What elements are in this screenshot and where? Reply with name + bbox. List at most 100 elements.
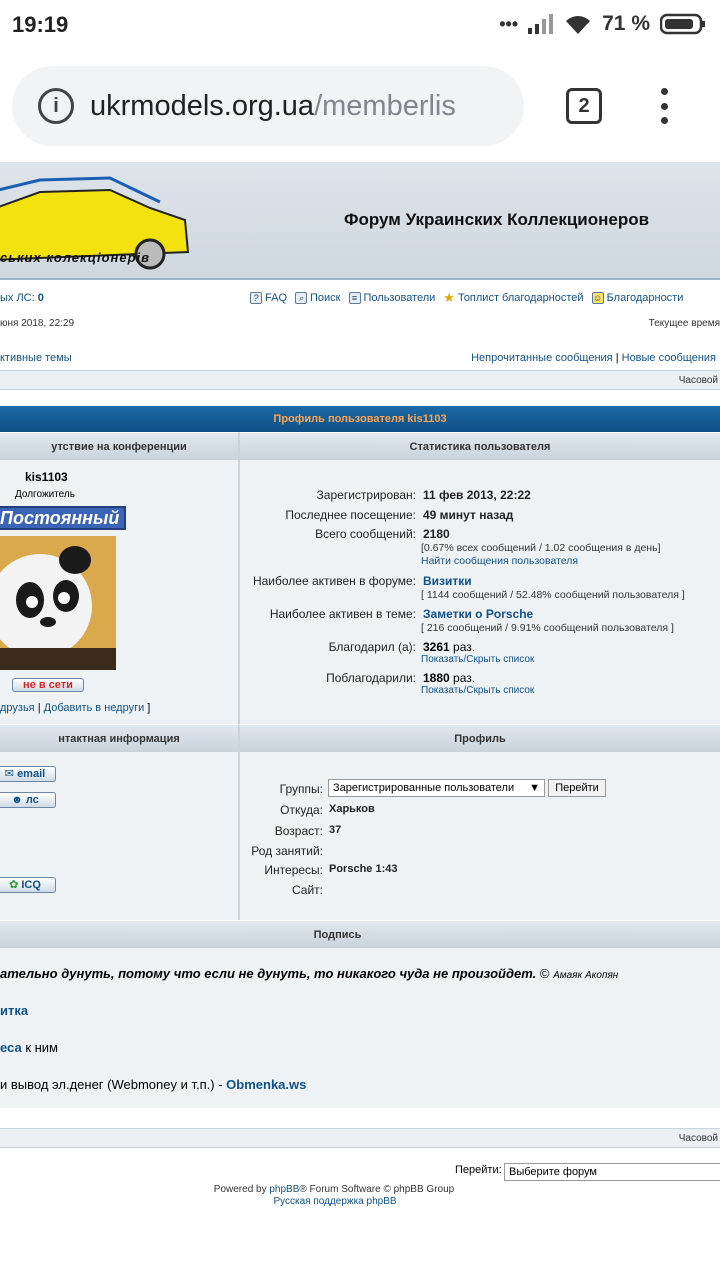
stats-header: Статистика пользователя	[240, 432, 720, 460]
registered-value: 11 фев 2013, 22:22	[423, 488, 531, 502]
was-thanked-toggle-link[interactable]: Показать/Скрыть список	[421, 685, 534, 696]
notification-dots-icon: •••	[499, 13, 519, 34]
last-visit-label: Последнее посещение:	[285, 508, 416, 522]
unread-links: Непрочитанные сообщения | Новые сообщени…	[471, 352, 716, 364]
powered-suffix: ® Forum Software © phpBB Group	[299, 1184, 455, 1195]
find-posts-link[interactable]: Найти сообщения пользователя	[421, 555, 578, 567]
faq-icon: ?	[250, 292, 262, 304]
new-pm-count: 0	[37, 292, 44, 304]
pm-button[interactable]: ☻ лс	[0, 792, 56, 808]
email-button-label: email	[17, 768, 46, 780]
nav-toplist[interactable]: ★ Топлист благодарностей	[443, 290, 583, 306]
active-forum-link[interactable]: Визитки	[423, 574, 472, 588]
last-visit-value: 49 минут назад	[423, 508, 514, 522]
user-card: kis1103 Долгожитель Постоянный не в сети…	[0, 460, 240, 724]
icq-icon: ✿	[9, 879, 19, 891]
new-posts-link[interactable]: Новые сообщения	[622, 352, 716, 364]
user-rank: Долгожитель	[15, 489, 75, 500]
signature-line-3-text: к ним	[25, 1040, 58, 1055]
obmenka-link[interactable]: Obmenka.ws	[226, 1077, 306, 1092]
new-pm-text[interactable]: ых ЛС: 0	[0, 292, 44, 304]
separator: |	[615, 352, 619, 364]
from-label: Откуда:	[280, 803, 323, 817]
star-icon: ★	[443, 290, 455, 305]
nav-faq-label[interactable]: FAQ	[265, 292, 287, 304]
wifi-icon	[566, 16, 591, 34]
add-friend-link[interactable]: друзья	[0, 702, 35, 714]
signature-link-2[interactable]: еса	[0, 1040, 22, 1055]
phpbb-link[interactable]: phpBB	[269, 1184, 299, 1195]
username: kis1103	[25, 470, 68, 484]
browser-toolbar: i ukrmodels.org.ua/memberlis 2	[0, 50, 720, 162]
signature-quote: ательно дунуть, потому что если не дунут…	[0, 966, 537, 981]
was-thanked-label: Поблагодарили:	[326, 671, 416, 685]
active-topics-link[interactable]: ктивные темы	[0, 352, 72, 364]
interests-value: Porsche 1:43	[329, 863, 398, 875]
signature-link-1[interactable]: итка	[0, 1003, 28, 1018]
groups-go-button[interactable]: Перейти	[548, 779, 606, 797]
icq-button[interactable]: ✿ ICQ	[0, 877, 56, 893]
signature-line-4-text: и вывод эл.денег (Webmoney и т.п.) -	[0, 1077, 223, 1092]
age-value: 37	[329, 824, 342, 836]
thanked-value: 3261	[423, 640, 450, 654]
thanked-toggle-link[interactable]: Показать/Скрыть список	[421, 654, 534, 665]
new-pm-label: ых ЛС:	[0, 292, 35, 304]
active-topic-link[interactable]: Заметки о Porsche	[423, 607, 533, 621]
search-icon: ⌕	[295, 292, 308, 304]
was-thanked-value: 1880	[423, 671, 450, 685]
contact-header: нтактная информация	[0, 724, 240, 752]
nav-members[interactable]: ≡ Пользователи	[348, 290, 436, 306]
nav-faq[interactable]: ? FAQ	[250, 290, 287, 306]
posts-value: 2180	[423, 527, 450, 541]
copyright-sign: ©	[539, 966, 550, 981]
email-button[interactable]: ✉ email	[0, 766, 56, 782]
nav-members-label[interactable]: Пользователи	[364, 292, 436, 304]
battery-icon	[660, 13, 705, 35]
timezone-text: Часовой	[678, 375, 718, 386]
email-icon: ✉	[4, 768, 14, 780]
status-bar: 19:19 ••• 71 %	[0, 0, 720, 50]
forum-jump-select[interactable]: Выберите форум	[504, 1163, 720, 1181]
thanked-unit: раз.	[453, 640, 476, 654]
url-path: /memberlis	[314, 89, 456, 122]
nav-thanks-label[interactable]: Благодарности	[607, 292, 684, 304]
add-foe-link[interactable]: Добавить в недруги	[44, 702, 145, 714]
interests-label: Интересы:	[264, 863, 323, 877]
nav-toplist-label[interactable]: Топлист благодарностей	[458, 292, 584, 304]
profile-heading: Профиль пользователя kis1103	[0, 406, 720, 432]
nav-search-label[interactable]: Поиск	[310, 292, 340, 304]
offline-badge: не в сети	[12, 678, 84, 692]
jump-box: Перейти:	[455, 1164, 502, 1176]
site-logo[interactable]: ських колекціонерів	[0, 172, 190, 270]
signature-author: Амаяк Акопян	[553, 970, 619, 981]
clock: 19:19	[12, 12, 69, 37]
thanked-row: 3261 раз.	[423, 640, 475, 654]
nav-thanks[interactable]: ☺ Благодарности	[591, 290, 684, 306]
footer-timezone-text: Часовой	[678, 1133, 718, 1144]
panda-avatar-icon	[0, 536, 116, 670]
presence-header: утствие на конференции	[0, 432, 240, 460]
tab-switcher-button[interactable]: 2	[566, 88, 602, 124]
russian-support-link[interactable]: Русская поддержка phpBB	[0, 1196, 670, 1207]
dropdown-arrow-icon: ▼	[529, 782, 540, 794]
thanks-icon: ☺	[591, 292, 604, 304]
signature-header-end	[675, 920, 720, 948]
signature-line-4: и вывод эл.денег (Webmoney и т.п.) - Obm…	[0, 1077, 306, 1092]
nav-search[interactable]: ⌕ Поиск	[295, 290, 341, 306]
signature-quote-row: ательно дунуть, потому что если не дунут…	[0, 966, 618, 981]
thanked-label: Благодарил (а):	[328, 640, 416, 654]
active-topic-detail: [ 216 сообщений / 9.91% сообщений пользо…	[421, 622, 674, 634]
icq-button-label: ICQ	[21, 879, 41, 891]
address-bar[interactable]: i ukrmodels.org.ua/memberlis	[12, 66, 524, 146]
signature: ательно дунуть, потому что если не дунут…	[0, 948, 720, 1108]
unread-link[interactable]: Непрочитанные сообщения	[471, 352, 613, 364]
age-label: Возраст:	[274, 824, 323, 838]
url-host: ukrmodels.org.ua	[90, 89, 315, 122]
overflow-menu-icon[interactable]	[660, 88, 668, 124]
groups-select[interactable]: Зарегистрированные пользователи ▼	[328, 779, 545, 797]
jump-label: Перейти:	[455, 1164, 502, 1176]
was-thanked-unit: раз.	[453, 671, 476, 685]
info-icon[interactable]: i	[38, 88, 74, 124]
active-forum-detail: [ 1144 сообщений / 52.48% сообщений поль…	[421, 589, 685, 601]
forum-page: ських колекціонерів Форум Украинских Кол…	[0, 162, 720, 1280]
